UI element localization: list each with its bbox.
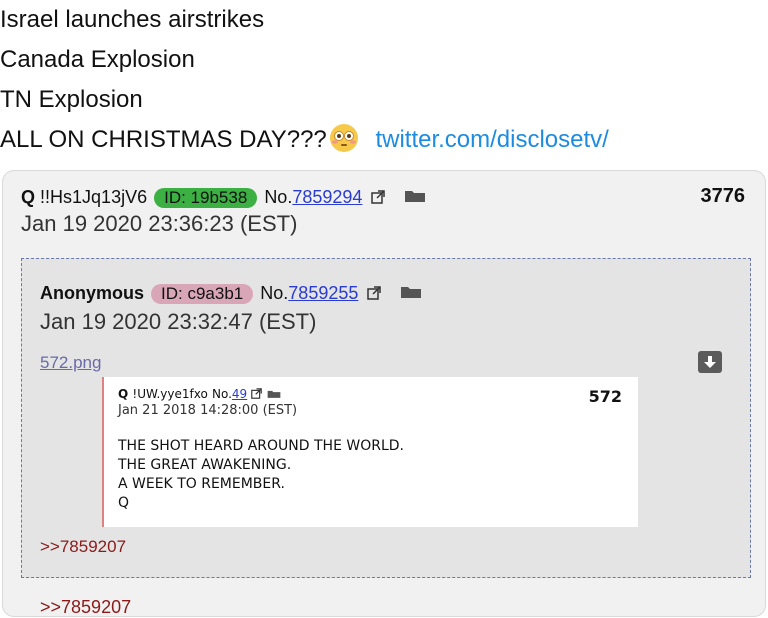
external-link-icon (251, 388, 263, 399)
post-date: Jan 19 2020 23:36:23 (EST) (21, 211, 298, 236)
tweet-text: Israel launches airstrikes Canada Explos… (0, 0, 609, 160)
embed-tripcode: !UW.yye1fxo (132, 387, 208, 401)
post-number-link[interactable]: 7859294 (292, 187, 362, 207)
reply-date: Jan 19 2020 23:32:47 (EST) (40, 309, 317, 334)
download-arrow-icon (704, 356, 716, 368)
post-header: Q !!Hs1Jq13jV6 ID: 19b538 No.7859294 (21, 187, 426, 208)
post-count: 3776 (700, 185, 746, 207)
embed-body-text: THE SHOT HEARD AROUND THE WORLD. THE GRE… (118, 438, 404, 511)
tweet-line-4-text: ALL ON CHRISTMAS DAY??? (0, 126, 327, 153)
external-link-icon[interactable] (371, 190, 386, 204)
reply-header: Anonymous ID: c9a3b1 No.7859255 (40, 283, 422, 304)
embed-number: 49 (231, 387, 248, 401)
post-author-name: Q (21, 187, 36, 207)
download-button[interactable] (698, 351, 722, 373)
reply-author-name: Anonymous (40, 283, 145, 303)
reply-number-link[interactable]: 7859255 (288, 283, 358, 303)
flushed-face-icon (329, 124, 358, 152)
folder-icon[interactable] (400, 285, 422, 299)
embed-count: 572 (588, 387, 622, 406)
attachment-image[interactable]: Q !UW.yye1fxo No.49 Jan 21 2018 14:28:00… (102, 377, 638, 527)
embed-author-name: Q (118, 387, 129, 401)
quoted-reply: Anonymous ID: c9a3b1 No.7859255 Jan 19 2… (21, 258, 751, 578)
tweet-line-2: Canada Explosion (0, 46, 195, 73)
external-link-icon[interactable] (367, 286, 382, 300)
attachment-file-link[interactable]: 572.png (40, 353, 101, 373)
post-tripcode: !!Hs1Jq13jV6 (40, 187, 148, 207)
tweet-line-1: Israel launches airstrikes (0, 6, 265, 33)
post-card: 3776 Q !!Hs1Jq13jV6 ID: 19b538 No.785929… (2, 170, 766, 617)
embed-date: Jan 21 2018 14:28:00 (EST) (118, 403, 298, 418)
tweet-link[interactable]: twitter.com/disclosetv/ (375, 126, 608, 153)
tweet-line-3: TN Explosion (0, 86, 143, 113)
embed-no-prefix: No. (212, 387, 232, 401)
embed-header: Q !UW.yye1fxo No.49 (118, 387, 281, 401)
reply-id-badge[interactable]: ID: c9a3b1 (151, 284, 254, 304)
folder-icon[interactable] (404, 189, 426, 203)
post-no-prefix: No. (264, 187, 293, 207)
tweet-line-4: ALL ON CHRISTMAS DAY??? twitter.com/disc… (0, 120, 609, 160)
post-id-badge[interactable]: ID: 19b538 (154, 188, 258, 208)
folder-icon (267, 390, 280, 398)
reply-quote-link[interactable]: >>7859207 (40, 537, 126, 557)
reply-no-prefix: No. (260, 283, 289, 303)
cutoff-quote-link[interactable]: >>7859207 (40, 597, 131, 618)
